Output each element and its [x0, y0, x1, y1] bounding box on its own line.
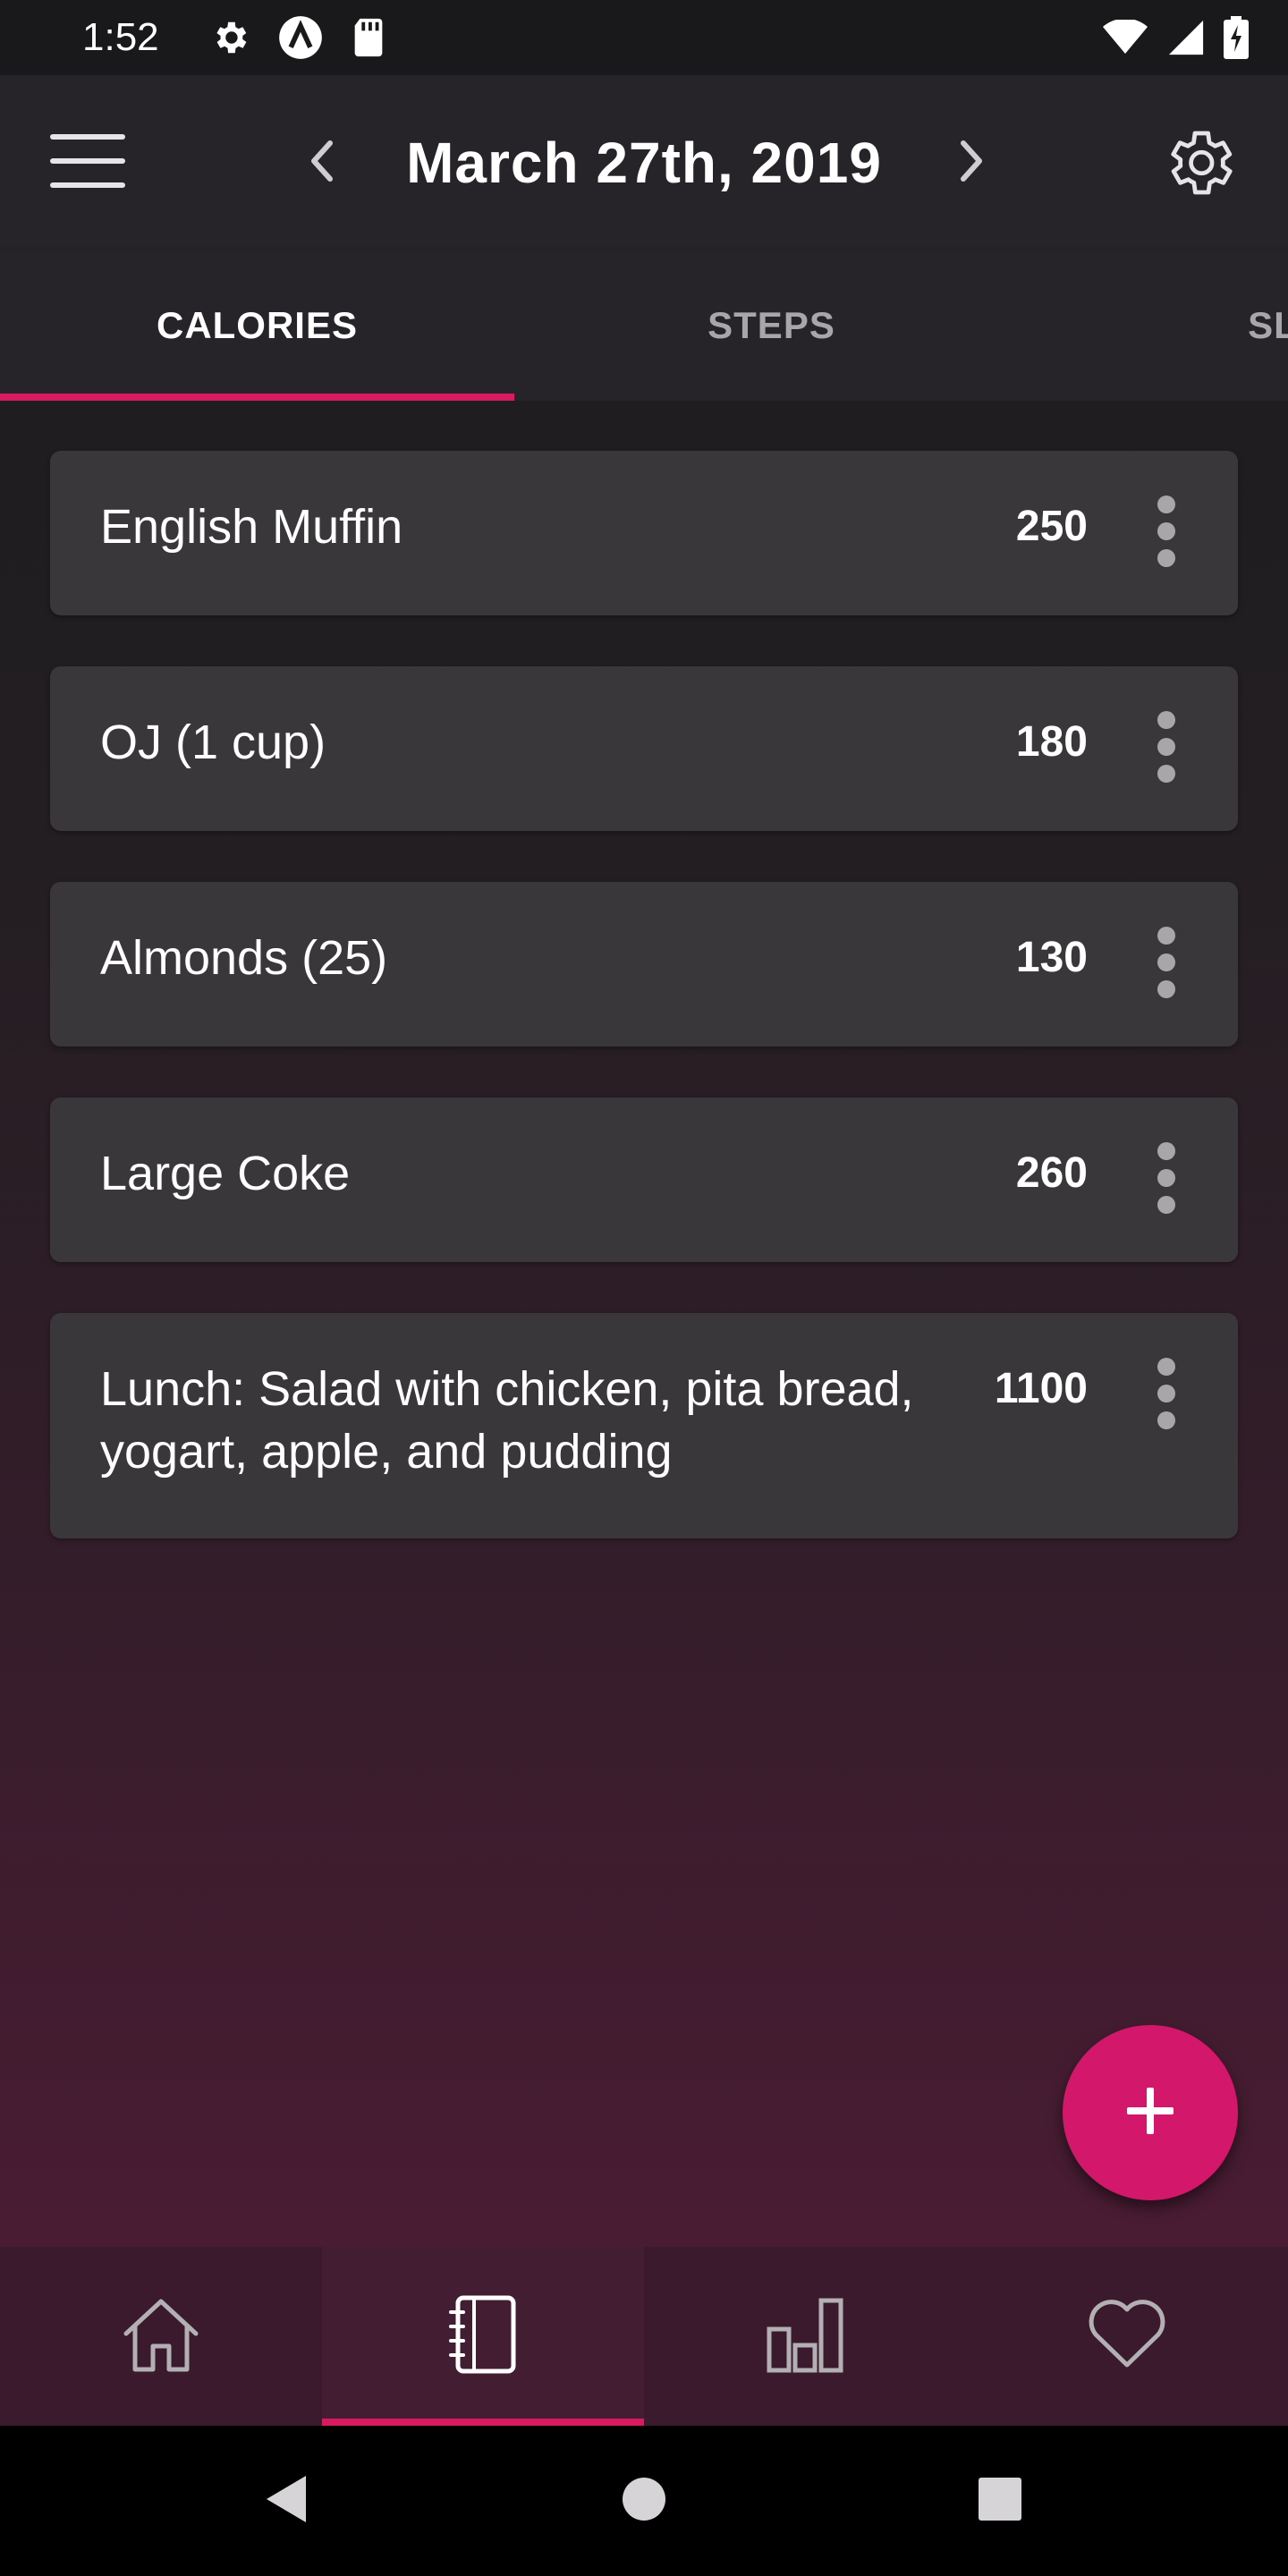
sd-card-icon — [351, 17, 386, 58]
wifi-icon — [1102, 20, 1148, 55]
nav-journal[interactable] — [322, 2247, 644, 2426]
nav-home[interactable] — [0, 2247, 322, 2426]
list-item[interactable]: Lunch: Salad with chicken, pita bread, y… — [50, 1313, 1238, 1538]
bar-chart-icon — [766, 2295, 844, 2378]
heart-icon — [1087, 2299, 1167, 2375]
list-item[interactable]: Large Coke 260 — [50, 1097, 1238, 1262]
system-recents-button[interactable] — [955, 2456, 1045, 2546]
chevron-right-icon — [958, 140, 985, 187]
tab-steps[interactable]: STEPS — [514, 250, 1029, 401]
app-root: 1:52 March 27th, 2019 CALORIES STEPS SL … — [0, 0, 1288, 2576]
battery-icon — [1224, 16, 1249, 59]
entry-calories: 250 — [1015, 503, 1088, 550]
list-item[interactable]: English Muffin 250 — [50, 451, 1238, 615]
status-left-icons — [209, 14, 386, 61]
tab-indicator — [0, 394, 514, 401]
entry-name: OJ (1 cup) — [100, 716, 326, 769]
home-icon — [121, 2294, 201, 2379]
tab-sleep[interactable]: SLE — [1029, 250, 1288, 401]
more-options-button[interactable] — [1131, 921, 1202, 1007]
more-options-button[interactable] — [1131, 706, 1202, 792]
more-options-button[interactable] — [1131, 1137, 1202, 1223]
cell-signal-icon — [1166, 19, 1206, 56]
a-logo-icon — [277, 14, 324, 61]
settings-button[interactable] — [1154, 120, 1243, 209]
more-vertical-icon — [1156, 925, 1177, 1004]
next-day-button[interactable] — [936, 127, 1007, 199]
entry-calories: 1100 — [994, 1365, 1088, 1412]
status-time: 1:52 — [82, 15, 159, 59]
more-vertical-icon — [1156, 494, 1177, 573]
more-options-button[interactable] — [1131, 490, 1202, 576]
gear-icon — [1159, 123, 1238, 207]
chevron-left-icon — [309, 140, 335, 187]
entry-calories: 130 — [1015, 934, 1088, 981]
system-home-button[interactable] — [599, 2456, 689, 2546]
journal-icon — [447, 2294, 519, 2379]
system-back-button[interactable] — [242, 2456, 331, 2546]
plus-icon — [1125, 2086, 1175, 2140]
tab-calories[interactable]: CALORIES — [0, 250, 514, 401]
app-bar: March 27th, 2019 — [0, 75, 1288, 250]
gear-icon — [209, 17, 250, 58]
system-navigation-bar — [0, 2426, 1288, 2576]
home-circle-icon — [621, 2476, 667, 2527]
tab-bar: CALORIES STEPS SLE — [0, 250, 1288, 401]
bottom-navigation — [0, 2247, 1288, 2426]
add-entry-button[interactable] — [1063, 2025, 1238, 2200]
menu-button[interactable] — [43, 127, 132, 199]
entry-name: Large Coke — [100, 1147, 351, 1200]
entry-name: Almonds (25) — [100, 931, 388, 985]
entry-calories: 260 — [1015, 1149, 1088, 1197]
more-vertical-icon — [1156, 1356, 1177, 1436]
nav-stats[interactable] — [644, 2247, 966, 2426]
entry-name: Lunch: Salad with chicken, pita bread, y… — [100, 1362, 914, 1479]
more-vertical-icon — [1156, 1140, 1177, 1220]
list-item[interactable]: Almonds (25) 130 — [50, 882, 1238, 1046]
list-item[interactable]: OJ (1 cup) 180 — [50, 666, 1238, 831]
recents-icon — [977, 2476, 1023, 2527]
nav-favorites[interactable] — [966, 2247, 1288, 2426]
more-options-button[interactable] — [1131, 1352, 1202, 1438]
calorie-list: English Muffin 250 OJ (1 cup) 180 Almond… — [0, 401, 1288, 2247]
entry-calories: 180 — [1015, 718, 1088, 766]
status-right-icons — [1102, 16, 1249, 59]
nav-indicator — [322, 2419, 644, 2426]
previous-day-button[interactable] — [286, 127, 358, 199]
date-title[interactable]: March 27th, 2019 — [358, 127, 930, 199]
entry-name: English Muffin — [100, 500, 403, 554]
status-bar: 1:52 — [0, 0, 1288, 75]
hamburger-menu-icon — [50, 132, 125, 194]
more-vertical-icon — [1156, 709, 1177, 789]
back-icon — [261, 2472, 311, 2530]
